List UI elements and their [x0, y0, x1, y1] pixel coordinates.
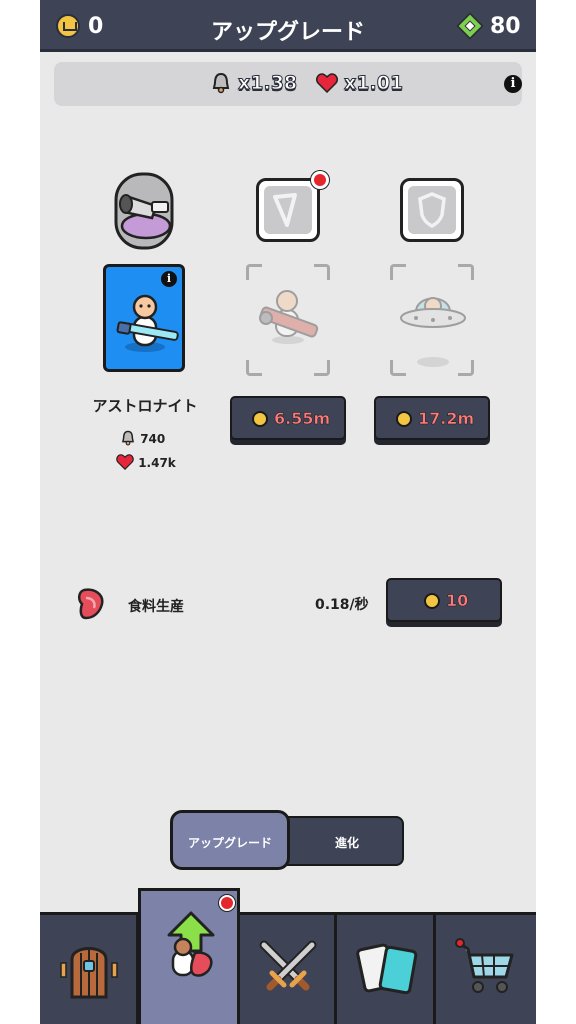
heart-icon — [316, 73, 338, 93]
nav-door[interactable] — [40, 915, 139, 1024]
heart-multiplier: x1.01 — [343, 72, 404, 95]
locked-character-card-ufo[interactable] — [390, 264, 474, 376]
bell-icon — [122, 430, 134, 446]
crown-icon — [424, 593, 440, 609]
heart-icon — [116, 454, 134, 471]
sword-slot[interactable] — [256, 171, 329, 242]
sword-icon — [273, 193, 297, 227]
tab-evolve[interactable]: 進化 — [290, 834, 404, 851]
unlock-ufo-button[interactable]: 17.2m — [374, 396, 490, 440]
cards-icon — [356, 943, 418, 995]
bell-multiplier: x1.38 — [237, 72, 298, 95]
bottom-nav — [40, 912, 536, 1024]
card-info-icon[interactable]: i — [161, 271, 177, 287]
food-upgrade-button[interactable]: 10 — [386, 578, 502, 622]
upgrade-screen: 0 アップグレード 80 x1.38 x1.01 i i アストロナイト 740… — [40, 0, 536, 1024]
attack-stat: 740 — [120, 430, 165, 446]
astronaut-character-icon — [116, 294, 179, 352]
crown-icon — [252, 411, 268, 427]
nav-upgrade[interactable] — [138, 888, 240, 1024]
crown-icon — [396, 411, 412, 427]
unlock-ufo-price: 17.2m — [418, 409, 475, 429]
unlock-gunner-price: 6.55m — [274, 409, 331, 429]
health-value: 1.47k — [138, 456, 176, 470]
nav-shop[interactable] — [436, 915, 535, 1024]
food-production-rate: 0.18/秒 — [315, 597, 369, 613]
meat-icon — [78, 588, 104, 620]
unlock-gunner-button[interactable]: 6.55m — [230, 396, 346, 440]
food-upgrade-price: 10 — [446, 591, 469, 611]
nav-cards[interactable] — [337, 915, 436, 1024]
info-icon[interactable]: i — [504, 75, 522, 93]
cannon-weapon-icon[interactable] — [112, 172, 176, 250]
gunner-character-icon — [259, 290, 319, 344]
bell-icon — [212, 72, 230, 94]
attack-value: 740 — [140, 432, 166, 446]
health-stat: 1.47k — [116, 454, 176, 471]
top-bar: 0 アップグレード 80 — [40, 0, 536, 52]
swords-icon — [259, 940, 317, 991]
cart-icon — [455, 938, 514, 993]
mode-toggle: アップグレード 進化 — [170, 810, 404, 870]
notification-dot — [219, 895, 235, 911]
character-name: アストロナイト — [92, 397, 198, 415]
gem-count: 80 — [490, 14, 521, 39]
food-production-label: 食料生産 — [128, 599, 184, 615]
shield-slot[interactable] — [400, 178, 464, 242]
door-icon — [60, 947, 118, 999]
locked-character-card-gunner[interactable] — [246, 264, 330, 376]
notification-dot — [311, 171, 329, 189]
ufo-character-icon — [400, 297, 466, 367]
nav-battle[interactable] — [238, 915, 337, 1024]
multiplier-bar: x1.38 x1.01 i — [54, 62, 522, 106]
astronaut-card[interactable]: i — [103, 264, 185, 372]
shield-icon — [418, 192, 446, 228]
tab-upgrade-label: アップグレード — [187, 836, 272, 850]
upgrade-icon — [167, 911, 215, 977]
